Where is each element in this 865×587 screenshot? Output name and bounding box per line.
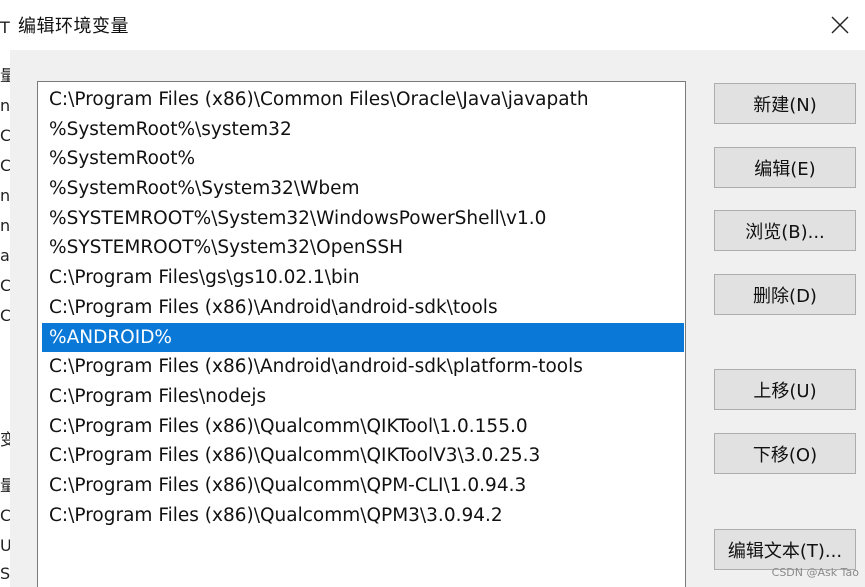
title-bar[interactable]: 编辑环境变量 <box>10 0 865 50</box>
path-list-item[interactable]: C:\Program Files\gs\gs10.02.1\bin <box>42 263 684 293</box>
path-list-item[interactable]: %SystemRoot%\System32\Wbem <box>42 174 684 204</box>
path-list-item[interactable]: C:\Program Files (x86)\Common Files\Orac… <box>42 85 684 115</box>
path-list-item[interactable]: C:\Program Files (x86)\Qualcomm\QIKTool\… <box>42 412 684 442</box>
path-list[interactable]: C:\Program Files (x86)\Common Files\Orac… <box>37 81 686 587</box>
path-list-item[interactable]: %ANDROID% <box>42 322 684 353</box>
background-text: n <box>0 186 11 205</box>
move-down-button[interactable]: 下移(O) <box>714 433 856 474</box>
background-text: a <box>0 246 10 265</box>
dialog-title: 编辑环境变量 <box>18 16 129 37</box>
close-button[interactable] <box>821 0 865 50</box>
path-list-item[interactable]: %SYSTEMROOT%\System32\WindowsPowerShell\… <box>42 204 684 234</box>
new-button[interactable]: 新建(N) <box>714 83 856 124</box>
edit-text-button[interactable]: 编辑文本(T)... <box>714 529 856 570</box>
move-up-button[interactable]: 上移(U) <box>714 369 856 410</box>
background-text: S <box>0 564 11 583</box>
path-list-item[interactable]: C:\Program Files (x86)\Android\android-s… <box>42 352 684 382</box>
path-list-item[interactable] <box>42 530 684 560</box>
path-list-item[interactable]: C:\Program Files (x86)\Qualcomm\QPM-CLI\… <box>42 471 684 501</box>
path-list-item[interactable]: C:\Program Files\nodejs <box>42 382 684 412</box>
watermark: CSDN @Ask Tao <box>771 566 859 579</box>
path-list-item[interactable]: %SystemRoot%\system32 <box>42 115 684 145</box>
path-list-item[interactable] <box>42 560 684 587</box>
background-text: n <box>0 96 11 115</box>
path-list-item[interactable]: C:\Program Files (x86)\Android\android-s… <box>42 293 684 323</box>
path-list-item[interactable]: %SYSTEMROOT%\System32\OpenSSH <box>42 233 684 263</box>
path-list-item[interactable]: %SystemRoot% <box>42 144 684 174</box>
close-icon <box>831 16 849 34</box>
background-text: T <box>0 18 10 37</box>
path-list-item[interactable]: C:\Program Files (x86)\Qualcomm\QPM3\3.0… <box>42 501 684 531</box>
edit-environment-variable-dialog: 编辑环境变量 C:\Program Files (x86)\Common Fil… <box>10 0 865 587</box>
delete-button[interactable]: 删除(D) <box>714 274 856 315</box>
browse-button[interactable]: 浏览(B)... <box>714 210 856 251</box>
screen: T 量 n C C n n a C C 变 量 C U S 编辑环境变量 C:\… <box>0 0 865 587</box>
path-list-item[interactable]: C:\Program Files (x86)\Qualcomm\QIKToolV… <box>42 441 684 471</box>
edit-button[interactable]: 编辑(E) <box>714 147 856 188</box>
background-text: n <box>0 216 11 235</box>
